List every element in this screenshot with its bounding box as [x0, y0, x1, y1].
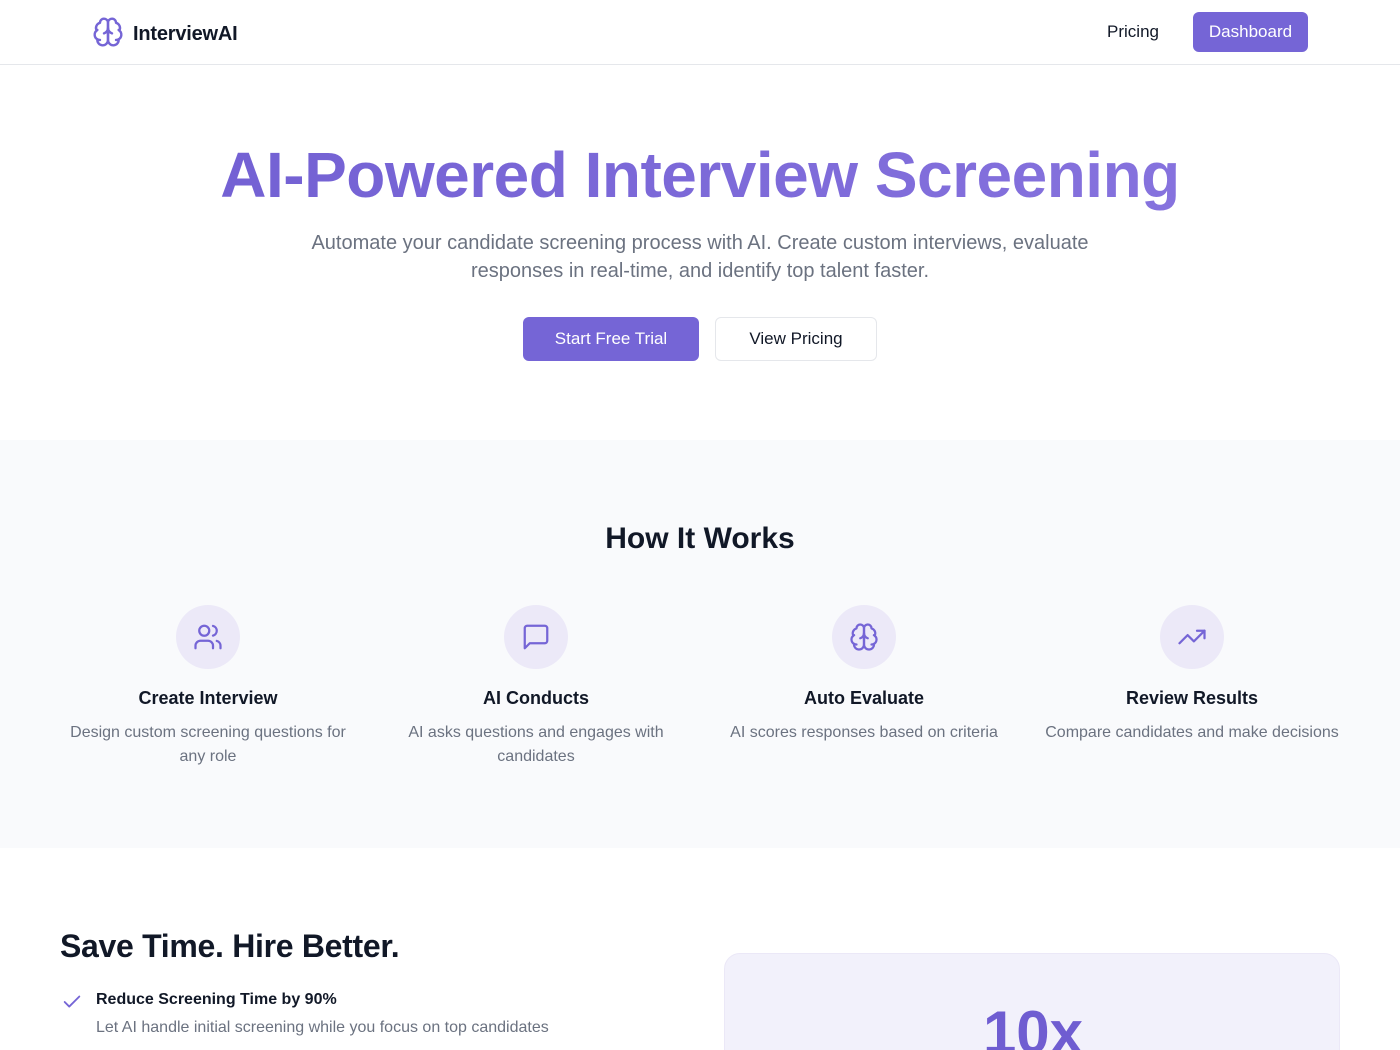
brain-icon: [92, 16, 124, 53]
stat-value: 10x: [982, 999, 1084, 1050]
brand-logo[interactable]: InterviewAI: [92, 16, 238, 53]
message-square-icon: [504, 605, 568, 669]
benefit-description: Let AI handle initial screening while yo…: [96, 1019, 549, 1036]
step-description: Design custom screening questions for an…: [70, 724, 346, 765]
trending-up-icon: [1160, 605, 1224, 669]
brand-name: InterviewAI: [133, 23, 238, 45]
users-icon: [176, 605, 240, 669]
view-pricing-button[interactable]: View Pricing: [715, 317, 877, 361]
check-icon: [61, 991, 83, 1013]
benefits-title: Save Time. Hire Better.: [60, 928, 400, 964]
step-ai-conducts: AI Conducts AI asks questions and engage…: [372, 605, 700, 769]
step-auto-evaluate: Auto Evaluate AI scores responses based …: [700, 605, 1028, 745]
step-title: Create Interview: [138, 688, 278, 708]
how-it-works-section: How It Works Create Interview Design cus…: [0, 440, 1400, 848]
benefit-title: Reduce Screening Time by 90%: [96, 991, 337, 1008]
stat-card: 10x: [724, 953, 1340, 1050]
step-review-results: Review Results Compare candidates and ma…: [1028, 605, 1356, 745]
brain-icon: [832, 605, 896, 669]
start-free-trial-button[interactable]: Start Free Trial: [523, 317, 699, 361]
hero-title: AI-Powered Interview Screening: [0, 138, 1400, 212]
step-title: AI Conducts: [483, 688, 589, 708]
step-description: Compare candidates and make decisions: [1045, 724, 1339, 741]
step-create-interview: Create Interview Design custom screening…: [44, 605, 372, 769]
nav-pricing-link[interactable]: Pricing: [1090, 18, 1176, 46]
step-title: Review Results: [1125, 688, 1259, 708]
top-navbar: InterviewAI Pricing Dashboard: [0, 0, 1400, 65]
step-description: AI asks questions and engages with candi…: [408, 724, 664, 765]
step-title: Auto Evaluate: [803, 688, 925, 708]
section-title: How It Works: [605, 522, 795, 555]
step-description: AI scores responses based on criteria: [730, 724, 998, 741]
dashboard-button[interactable]: Dashboard: [1193, 12, 1308, 52]
hero-subtitle: Automate your candidate screening proces…: [311, 232, 1089, 282]
